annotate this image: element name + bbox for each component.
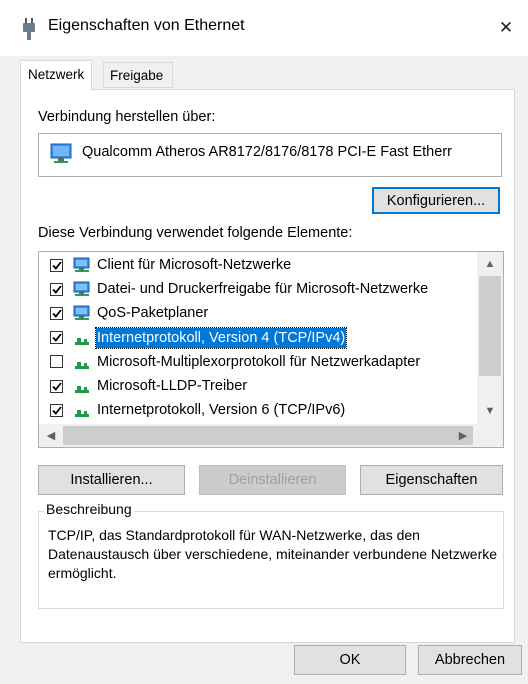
protocol-icon [75, 386, 89, 393]
adapter-name: Qualcomm Atheros AR8172/8176/8178 PCI-E … [82, 144, 452, 160]
list-item[interactable]: Datei- und Druckerfreigabe für Microsoft… [39, 277, 475, 301]
description-text: TCP/IP, das Standardprotokoll für WAN-Ne… [48, 527, 498, 581]
horizontal-scroll-thumb[interactable] [63, 426, 473, 445]
network-computer-icon [73, 305, 90, 321]
install-button[interactable]: Installieren... [38, 465, 185, 495]
network-plug-icon [23, 18, 35, 40]
close-button[interactable]: ✕ [486, 8, 526, 48]
item-checkbox[interactable] [50, 306, 63, 320]
ok-button[interactable]: OK [294, 645, 406, 675]
item-checkbox[interactable] [50, 258, 63, 272]
scroll-up-icon[interactable]: ▲ [480, 254, 500, 274]
item-checkbox[interactable] [50, 403, 63, 417]
scroll-left-icon[interactable]: ◀ [41, 425, 61, 445]
list-item-label: Microsoft-Multiplexorprotokoll für Netzw… [97, 353, 421, 370]
tab-netzwerk[interactable]: Netzwerk [20, 60, 93, 90]
protocol-icon [75, 410, 89, 418]
properties-button[interactable]: Eigenschaften [360, 465, 503, 495]
close-icon: ✕ [498, 18, 514, 37]
list-item[interactable]: Internetprotokoll, Version 4 (TCP/IPv4) [39, 326, 475, 350]
network-adapter-icon [50, 143, 72, 163]
item-checkbox[interactable] [50, 282, 63, 296]
list-item[interactable]: Client für Microsoft-Netzwerke [39, 253, 475, 277]
scroll-down-icon[interactable]: ▼ [480, 401, 500, 421]
list-item[interactable]: Microsoft-LLDP-Treiber [39, 374, 475, 398]
item-checkbox[interactable] [50, 379, 63, 393]
list-item-label: Microsoft-LLDP-Treiber [97, 378, 248, 394]
list-item-label: Internetprotokoll, Version 6 (TCP/IPv6) [97, 402, 346, 419]
vertical-scroll-thumb[interactable] [479, 276, 501, 376]
list-item-label: Client für Microsoft-Netzwerke [97, 257, 292, 273]
network-computer-icon [73, 257, 90, 272]
list-item[interactable]: QoS-Paketplaner [39, 301, 475, 325]
tab-freigabe[interactable]: Freigabe [103, 62, 173, 88]
elements-label: Diese Verbindung verwendet folgende Elem… [38, 225, 353, 241]
window-title: Eigenschaften von Ethernet [48, 17, 245, 34]
item-checkbox[interactable] [50, 331, 63, 345]
configure-button[interactable]: Konfigurieren... [372, 187, 500, 214]
cancel-button[interactable]: Abbrechen [418, 645, 522, 675]
description-legend: Beschreibung [44, 501, 134, 517]
list-item[interactable]: Internetprotokoll, Version 6 (TCP/IPv6) [39, 398, 475, 422]
list-item[interactable]: Microsoft-Multiplexorprotokoll für Netzw… [39, 350, 475, 374]
scroll-right-icon[interactable]: ▶ [453, 425, 473, 445]
list-item-label: Internetprotokoll, Version 4 (TCP/IPv4) [94, 326, 348, 349]
list-item-label: Datei- und Druckerfreigabe für Microsoft… [97, 281, 429, 298]
list-item-label: QoS-Paketplaner [97, 305, 209, 322]
uninstall-button[interactable]: Deinstallieren [199, 465, 346, 495]
protocol-icon [75, 337, 89, 345]
connect-via-label: Verbindung herstellen über: [38, 109, 216, 125]
item-checkbox[interactable] [50, 355, 63, 369]
protocol-icon [75, 361, 89, 369]
network-computer-icon [73, 281, 90, 297]
